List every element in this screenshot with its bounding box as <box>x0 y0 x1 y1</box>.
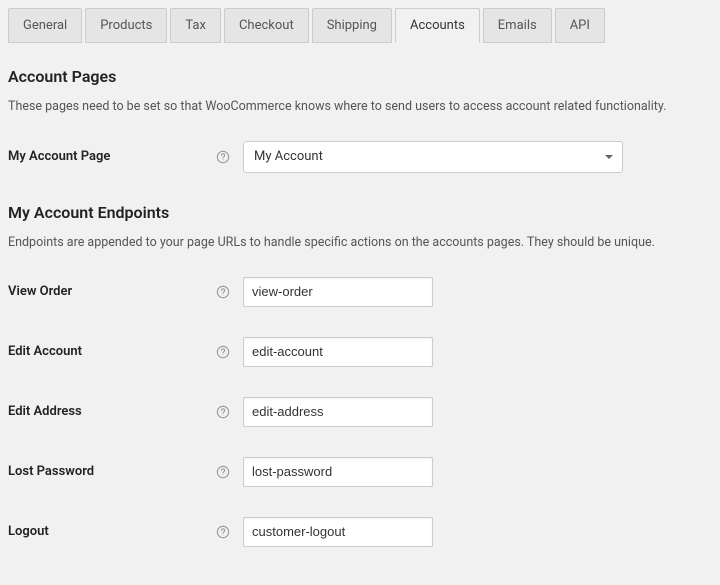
endpoints-desc: Endpoints are appended to your page URLs… <box>8 234 712 253</box>
row-view-order: View Order <box>8 277 712 307</box>
account-pages-desc: These pages need to be set so that WooCo… <box>8 98 712 117</box>
view-order-label-wrap: View Order <box>8 284 243 300</box>
lost-password-input[interactable] <box>243 457 433 487</box>
edit-account-label-wrap: Edit Account <box>8 344 243 360</box>
lost-password-label: Lost Password <box>8 464 94 479</box>
row-lost-password: Lost Password <box>8 457 712 487</box>
view-order-input[interactable] <box>243 277 433 307</box>
tab-api[interactable]: API <box>555 8 605 43</box>
logout-label: Logout <box>8 524 49 539</box>
tab-accounts[interactable]: Accounts <box>395 8 480 43</box>
edit-address-input[interactable] <box>243 397 433 427</box>
view-order-label: View Order <box>8 284 72 299</box>
tab-tax[interactable]: Tax <box>170 8 221 43</box>
edit-account-label: Edit Account <box>8 344 82 359</box>
edit-account-input[interactable] <box>243 337 433 367</box>
row-my-account-page: My Account Page My Account <box>8 141 712 173</box>
edit-address-label: Edit Address <box>8 404 82 419</box>
tab-shipping[interactable]: Shipping <box>312 8 392 43</box>
tab-emails[interactable]: Emails <box>483 8 552 43</box>
row-logout: Logout <box>8 517 712 547</box>
my-account-page-label-wrap: My Account Page <box>8 149 243 165</box>
account-pages-heading: Account Pages <box>8 67 712 86</box>
edit-address-label-wrap: Edit Address <box>8 404 243 420</box>
help-icon[interactable] <box>215 404 231 420</box>
help-icon[interactable] <box>215 464 231 480</box>
my-account-page-select[interactable]: My Account <box>243 141 623 173</box>
tab-products[interactable]: Products <box>85 8 167 43</box>
endpoints-heading: My Account Endpoints <box>8 203 712 222</box>
my-account-page-value: My Account <box>254 149 323 164</box>
help-icon[interactable] <box>215 524 231 540</box>
tab-content: Account Pages These pages need to be set… <box>0 43 720 585</box>
row-edit-address: Edit Address <box>8 397 712 427</box>
logout-label-wrap: Logout <box>8 524 243 540</box>
help-icon[interactable] <box>215 284 231 300</box>
help-icon[interactable] <box>215 149 231 165</box>
my-account-page-select-wrap: My Account <box>243 141 623 173</box>
tab-checkout[interactable]: Checkout <box>224 8 309 43</box>
help-icon[interactable] <box>215 344 231 360</box>
lost-password-label-wrap: Lost Password <box>8 464 243 480</box>
logout-input[interactable] <box>243 517 433 547</box>
my-account-page-label: My Account Page <box>8 149 110 164</box>
row-edit-account: Edit Account <box>8 337 712 367</box>
settings-tabs: General Products Tax Checkout Shipping A… <box>0 0 720 43</box>
tab-general[interactable]: General <box>8 8 82 43</box>
